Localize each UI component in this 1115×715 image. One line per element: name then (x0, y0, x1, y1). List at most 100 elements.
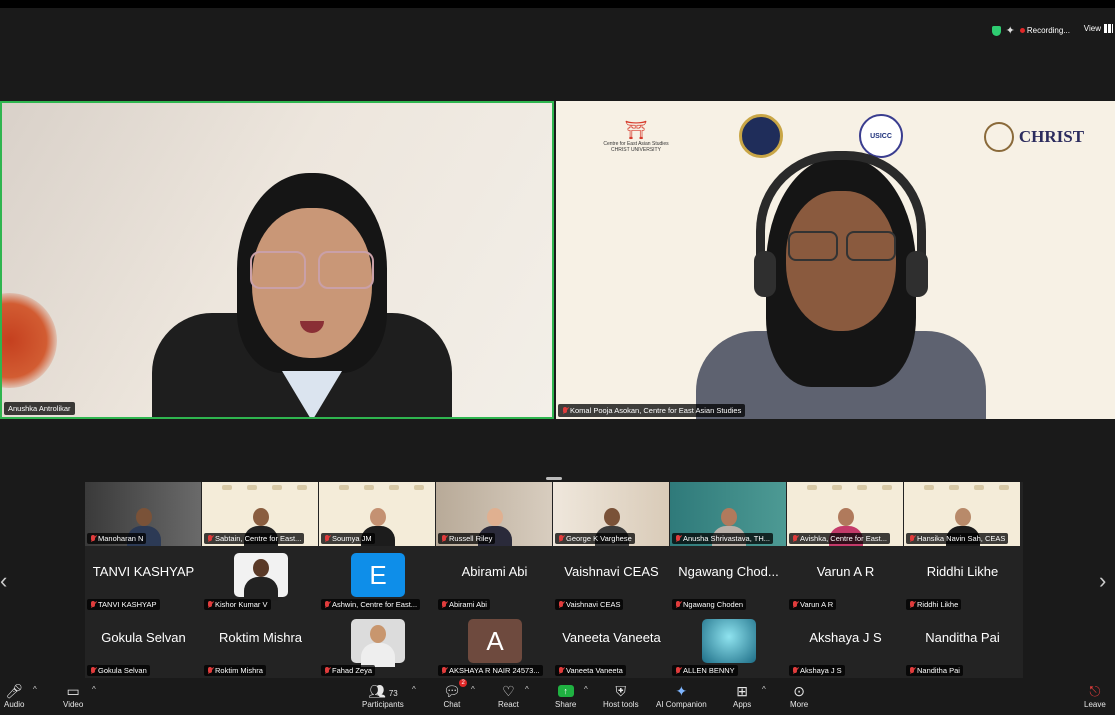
video-options-caret-icon[interactable]: ^ (92, 685, 96, 694)
gallery-tile[interactable]: Roktim Mishra Roktim Mishra (202, 614, 318, 678)
gallery-tile[interactable]: Vaneeta Vaneeta Vaneeta Vaneeta (553, 614, 669, 678)
share-button[interactable]: ↑ Share (555, 682, 576, 709)
gallery-tile[interactable]: Gokula Selvan Gokula Selvan (85, 614, 201, 678)
participant-name-label: Anushka Antrolikar (4, 402, 75, 415)
gallery-tile[interactable]: Abirami Abi Abirami Abi (436, 548, 552, 612)
react-button[interactable]: ♡ React (498, 682, 519, 709)
gallery-tile[interactable]: Anusha Shrivastava, TH... (670, 482, 786, 546)
gallery-tile[interactable]: Vaishnavi CEAS Vaishnavi CEAS (553, 548, 669, 612)
gallery-tile[interactable]: E Ashwin, Centre for East... (319, 548, 435, 612)
participant-name-text: George K Varghese (566, 534, 632, 543)
participants-label: Participants (362, 700, 404, 709)
participant-name-label: Avishka, Centre for East... (789, 533, 890, 544)
background-lamp (2, 293, 57, 388)
gallery-tile[interactable]: Nanditha Pai Nanditha Pai (904, 614, 1020, 678)
mic-muted-icon (792, 601, 798, 608)
participant-name-text: Gokula Selvan (98, 666, 147, 675)
participant-display-name: Nanditha Pai (925, 630, 1000, 645)
participant-figure (696, 151, 986, 419)
gallery-tile[interactable]: Kishor Kumar V (202, 548, 318, 612)
participant-video-main[interactable]: ⛩ Centre for East Asian Studies CHRIST U… (556, 101, 1115, 419)
audio-options-caret-icon[interactable]: ^ (33, 685, 37, 694)
participant-name-text: Roktim Mishra (215, 666, 263, 675)
ai-sparkle-icon[interactable]: ✦ (1006, 24, 1015, 37)
leave-button[interactable]: ⎋ Leave (1084, 682, 1106, 709)
apps-options-caret-icon[interactable]: ^ (762, 685, 766, 694)
participant-name-label: Ngawang Choden (672, 599, 747, 610)
gallery-resize-handle[interactable] (546, 477, 562, 480)
participant-name-label: Anusha Shrivastava, TH... (672, 533, 773, 544)
participant-name-text: Anusha Shrivastava, TH... (683, 534, 770, 543)
gallery-tile[interactable]: Sabtain, Centre for East... (202, 482, 318, 546)
active-speaker-video[interactable]: Anushka Antrolikar (0, 101, 554, 419)
apps-button[interactable]: ⊞ Apps (733, 682, 751, 709)
gallery-tile[interactable]: Ngawang Chod... Ngawang Choden (670, 548, 786, 612)
gallery-tile[interactable]: Varun A R Varun A R (787, 548, 903, 612)
torii-gate-icon: ⛩ (624, 119, 648, 140)
share-label: Share (555, 700, 577, 709)
recording-indicator[interactable]: ✦ Recording... (991, 24, 1070, 37)
gallery-tile[interactable]: Soumya JM (319, 482, 435, 546)
mic-muted-icon (558, 535, 564, 542)
chat-options-caret-icon[interactable]: ^ (471, 685, 475, 694)
participant-name-text: Riddhi Likhe (917, 600, 959, 609)
gallery-tile[interactable]: TANVI KASHYAP TANVI KASHYAP (85, 548, 201, 612)
gallery-prev-arrow-icon[interactable]: ‹ (0, 568, 7, 594)
mic-muted-icon (324, 601, 330, 608)
participant-display-name: Vaishnavi CEAS (564, 564, 659, 579)
view-label: View (1083, 24, 1101, 33)
chat-unread-badge: 2 (459, 679, 467, 687)
participants-button[interactable]: 👥︎ 73 Participants (362, 682, 404, 709)
participant-name-label: Kishor Kumar V (204, 599, 271, 610)
participant-name-text: Fahad Zeya (332, 666, 373, 675)
participant-name-text: Avishka, Centre for East... (800, 534, 887, 543)
participant-display-name: Ngawang Chod... (678, 564, 779, 579)
encryption-shield-icon[interactable] (991, 25, 1001, 36)
chat-button[interactable]: 💬︎ 2 Chat (443, 679, 467, 709)
mic-muted-icon (207, 601, 213, 608)
leave-icon: ⎋ (1089, 683, 1101, 699)
avatar: E (351, 553, 405, 597)
audio-button[interactable]: 🎤︎ Audio (4, 682, 24, 709)
participant-name-text: Kishor Kumar V (215, 600, 268, 609)
video-button[interactable]: ▭ Video (63, 682, 83, 709)
ai-companion-label: AI Companion (656, 700, 707, 709)
gallery-tile[interactable]: ALLEN BENNY (670, 614, 786, 678)
apps-icon: ⊞ (736, 683, 748, 699)
share-options-caret-icon[interactable]: ^ (584, 685, 588, 694)
gallery-tile[interactable]: George K Varghese (553, 482, 669, 546)
participant-name-label: Vaneeta Vaneeta (555, 665, 626, 676)
gallery-tile[interactable]: Akshaya J S Akshaya J S (787, 614, 903, 678)
mic-muted-icon (909, 535, 915, 542)
participant-gallery: Manoharan N Sabtain, Centre for East... … (85, 482, 1023, 678)
gallery-tile[interactable]: Manoharan N (85, 482, 201, 546)
recording-dot-icon (1019, 28, 1025, 33)
mic-muted-icon (558, 601, 564, 608)
host-tools-button[interactable]: ⛨ Host tools (603, 682, 639, 709)
gallery-tile[interactable]: Russell Riley (436, 482, 552, 546)
gallery-tile[interactable]: Fahad Zeya (319, 614, 435, 678)
participant-name-text: Soumya JM (332, 534, 372, 543)
view-button[interactable]: View (1084, 24, 1113, 33)
christ-seal-icon (983, 122, 1014, 152)
gallery-tile[interactable]: Riddhi Likhe Riddhi Likhe (904, 548, 1020, 612)
chat-label: Chat (443, 700, 461, 709)
participants-options-caret-icon[interactable]: ^ (412, 685, 416, 694)
participant-name-text: TANVI KASHYAP (98, 600, 157, 609)
avatar-photo (244, 553, 278, 601)
participant-name-label: Varun A R (789, 599, 837, 610)
gallery-tile[interactable]: Avishka, Centre for East... (787, 482, 903, 546)
meeting-toolbar: 🎤︎ Audio ^ ▭ Video ^ 👥︎ 73 Participants ^… (0, 679, 1115, 715)
gallery-tile[interactable]: A AKSHAYA R NAIR 24573... (436, 614, 552, 678)
ai-companion-button[interactable]: ✦ AI Companion (656, 682, 707, 709)
audio-label: Audio (4, 700, 25, 709)
mic-muted-icon (207, 535, 213, 542)
gallery-tile[interactable]: Hansika Navin Sah, CEAS (904, 482, 1020, 546)
mic-muted-icon (562, 407, 568, 414)
gallery-next-arrow-icon[interactable]: › (1099, 568, 1106, 594)
heart-react-icon: ♡ (502, 683, 515, 699)
participant-name-text: Manoharan N (98, 534, 144, 543)
mic-muted-icon (909, 667, 915, 674)
react-options-caret-icon[interactable]: ^ (525, 685, 529, 694)
more-button[interactable]: ⊙ More (790, 682, 808, 709)
